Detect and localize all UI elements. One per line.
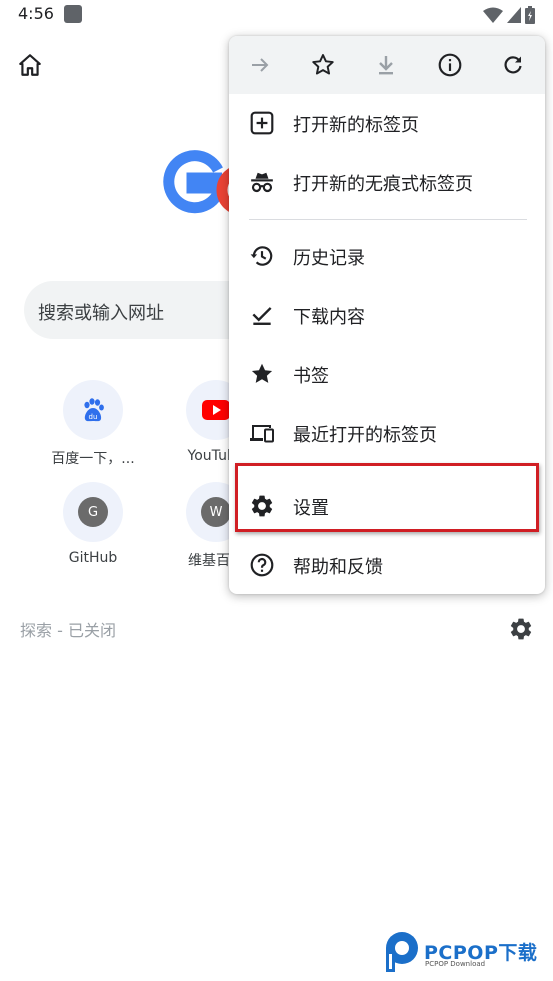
battery-icon bbox=[525, 6, 535, 24]
bookmark-star-icon bbox=[312, 54, 334, 75]
home-icon bbox=[19, 54, 41, 76]
bookmarks-icon bbox=[249, 361, 275, 387]
notification-icon bbox=[64, 5, 82, 23]
shortcut-label: GitHub bbox=[68, 550, 118, 566]
discover-settings-button[interactable] bbox=[508, 616, 534, 642]
forward-button[interactable] bbox=[244, 49, 276, 81]
shortcut-label: 百度一下，... bbox=[51, 451, 135, 467]
home-button[interactable] bbox=[14, 49, 46, 81]
menu-item-label: 帮助和反馈 bbox=[293, 557, 383, 578]
forward-icon bbox=[252, 58, 269, 72]
menu-item-label: 历史记录 bbox=[293, 248, 365, 269]
menu-item-history[interactable]: 历史记录 bbox=[229, 227, 545, 285]
status-bar: 4:56 bbox=[0, 0, 553, 30]
menu-divider bbox=[249, 219, 527, 220]
status-time: 4:56 bbox=[18, 4, 54, 23]
menu-item-label: 最近打开的标签页 bbox=[293, 425, 437, 446]
history-icon bbox=[249, 243, 275, 269]
letter-badge: G bbox=[78, 497, 108, 527]
wifi-icon bbox=[483, 7, 503, 23]
recent-tabs-icon bbox=[249, 420, 275, 446]
refresh-icon bbox=[504, 56, 522, 74]
menu-item-new-tab[interactable]: 打开新的标签页 bbox=[229, 94, 545, 152]
letter-badge: W bbox=[201, 497, 231, 527]
svg-text:du: du bbox=[89, 413, 98, 421]
discover-status: 探索 - 已关闭 bbox=[20, 621, 116, 640]
new-tab-icon bbox=[249, 110, 275, 136]
downloads-icon bbox=[249, 302, 275, 328]
menu-item-label: 打开新的标签页 bbox=[293, 115, 419, 136]
download-page-button[interactable] bbox=[370, 49, 402, 81]
search-placeholder: 搜索或输入网址 bbox=[38, 303, 164, 324]
download-icon bbox=[379, 56, 393, 75]
status-icons bbox=[483, 5, 535, 25]
shortcut-tile-github[interactable]: G GitHub bbox=[32, 482, 154, 582]
menu-item-new-incognito-tab[interactable]: 打开新的无痕式标签页 bbox=[229, 153, 545, 211]
pcpop-logo-icon bbox=[386, 932, 418, 972]
shortcut-tile-baidu[interactable]: du 百度一下，... bbox=[32, 380, 154, 480]
info-icon bbox=[438, 53, 462, 77]
signal-icon bbox=[507, 7, 521, 23]
letter-badge-icon: G bbox=[63, 482, 123, 542]
menu-toolbar bbox=[229, 36, 545, 94]
highlight-annotation bbox=[235, 463, 539, 532]
page-info-button[interactable] bbox=[434, 49, 466, 81]
menu-item-label: 书签 bbox=[293, 366, 329, 387]
help-icon bbox=[249, 552, 275, 578]
baidu-icon: du bbox=[63, 380, 123, 440]
menu-item-recent-tabs[interactable]: 最近打开的标签页 bbox=[229, 404, 545, 462]
refresh-button[interactable] bbox=[497, 49, 529, 81]
watermark-subtitle: PCPOP Download bbox=[425, 960, 486, 968]
settings-icon bbox=[510, 618, 532, 640]
menu-item-label: 下载内容 bbox=[293, 307, 365, 328]
menu-item-bookmarks[interactable]: 书签 bbox=[229, 345, 545, 403]
watermark: PCPOP下载 PCPOP Download bbox=[384, 930, 552, 976]
google-logo bbox=[160, 148, 268, 218]
bookmark-page-button[interactable] bbox=[307, 49, 339, 81]
menu-item-label: 打开新的无痕式标签页 bbox=[293, 174, 473, 195]
menu-item-downloads[interactable]: 下载内容 bbox=[229, 286, 545, 344]
incognito-icon bbox=[249, 169, 275, 195]
menu-item-help-feedback[interactable]: 帮助和反馈 bbox=[229, 536, 545, 594]
